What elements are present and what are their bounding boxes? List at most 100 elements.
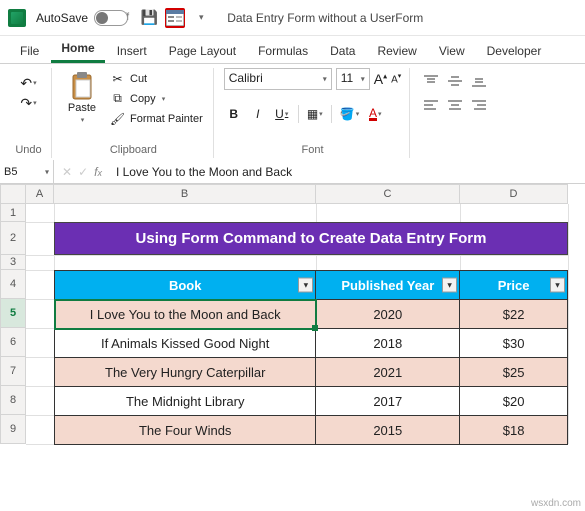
grow-font-button[interactable]: A▴ — [374, 71, 387, 87]
copy-icon: ⧉ — [110, 91, 125, 106]
column-header[interactable]: C — [316, 184, 460, 204]
align-middle-button[interactable] — [444, 72, 466, 90]
group-label-undo: Undo — [14, 142, 43, 158]
copy-label: Copy — [130, 93, 156, 105]
undo-button[interactable]: ↶▾ — [17, 74, 41, 92]
column-header[interactable]: D — [460, 184, 568, 204]
autosave-label: AutoSave — [36, 11, 88, 25]
row-header[interactable]: 3 — [0, 255, 26, 270]
table-cell[interactable]: 2020 — [316, 300, 460, 329]
font-color-button[interactable]: A▾ — [365, 104, 385, 124]
quick-access-toolbar: 💾 ▾ — [139, 8, 211, 28]
row-header[interactable]: 4 — [0, 270, 26, 299]
form-icon — [166, 10, 184, 26]
redo-button[interactable]: ↷▾ — [17, 94, 41, 112]
table-cell[interactable]: 2021 — [316, 358, 460, 387]
autosave-toggle[interactable]: AutoSave Off — [36, 10, 129, 26]
separator — [298, 105, 299, 123]
filter-button[interactable]: ▾ — [550, 278, 565, 293]
insert-function-button[interactable]: fx — [94, 165, 102, 179]
tab-review[interactable]: Review — [367, 39, 426, 63]
paste-button[interactable]: Paste ▾ — [62, 68, 102, 124]
row-header[interactable]: 5 — [0, 299, 26, 328]
tab-insert[interactable]: Insert — [107, 39, 157, 63]
row-header[interactable]: 1 — [0, 204, 26, 222]
underline-button[interactable]: U▾ — [272, 104, 292, 124]
align-bottom-button[interactable] — [468, 72, 490, 90]
fill-color-button[interactable]: 🪣▾ — [338, 104, 361, 124]
table-cell[interactable]: I Love You to the Moon and Back — [55, 300, 316, 329]
chevron-down-icon: ▾ — [361, 75, 365, 84]
table-cell[interactable]: $18 — [460, 416, 568, 445]
align-center-button[interactable] — [444, 96, 466, 114]
row-header[interactable]: 9 — [0, 415, 26, 444]
table-row[interactable]: If Animals Kissed Good Night2018$30 — [55, 329, 568, 358]
table-row[interactable]: The Four Winds2015$18 — [55, 416, 568, 445]
watermark: wsxdn.com — [531, 498, 581, 509]
italic-button[interactable]: I — [248, 104, 268, 124]
tab-formulas[interactable]: Formulas — [248, 39, 318, 63]
borders-button[interactable]: ▦▾ — [305, 104, 325, 124]
table-row[interactable]: I Love You to the Moon and Back2020$22 — [55, 300, 568, 329]
table-row[interactable]: The Midnight Library2017$20 — [55, 387, 568, 416]
align-top-button[interactable] — [420, 72, 442, 90]
row-header[interactable]: 6 — [0, 328, 26, 357]
align-right-button[interactable] — [468, 96, 490, 114]
table-row[interactable]: The Very Hungry Caterpillar2021$25 — [55, 358, 568, 387]
border-icon: ▦ — [307, 107, 318, 121]
column-header[interactable]: B — [54, 184, 316, 204]
table-cell[interactable]: 2015 — [316, 416, 460, 445]
copy-button[interactable]: ⧉Copy▾ — [108, 90, 205, 107]
title-bar: AutoSave Off 💾 ▾ Data Entry Form without… — [0, 0, 585, 36]
worksheet[interactable]: ABCD 123456789 Using Form Command to Creat… — [0, 184, 585, 511]
select-all-corner[interactable] — [0, 184, 26, 204]
table-cell[interactable]: $30 — [460, 329, 568, 358]
shrink-font-button[interactable]: A▾ — [391, 72, 401, 85]
undo-icon: ↶ — [20, 75, 32, 92]
row-header[interactable]: 7 — [0, 357, 26, 386]
table-cell[interactable]: 2017 — [316, 387, 460, 416]
align-left-button[interactable] — [420, 96, 442, 114]
name-box[interactable]: B5▾ — [0, 160, 54, 183]
filter-button[interactable]: ▾ — [442, 278, 457, 293]
cut-button[interactable]: ✂Cut — [108, 70, 205, 87]
tab-view[interactable]: View — [429, 39, 475, 63]
row-header[interactable]: 8 — [0, 386, 26, 415]
column-header[interactable]: A — [26, 184, 54, 204]
table-header[interactable]: Price▾ — [460, 271, 568, 300]
toggle-switch-icon[interactable] — [94, 10, 128, 26]
chevron-down-icon: ▾ — [199, 12, 204, 23]
tab-data[interactable]: Data — [320, 39, 365, 63]
row-header[interactable]: 2 — [0, 222, 26, 255]
tab-home[interactable]: Home — [51, 36, 104, 63]
font-size-select[interactable]: 11▾ — [336, 68, 370, 90]
bold-button[interactable]: B — [224, 104, 244, 124]
font-name-select[interactable]: Calibri▾ — [224, 68, 332, 90]
form-button[interactable] — [165, 8, 185, 28]
table-cell[interactable]: The Very Hungry Caterpillar — [55, 358, 316, 387]
formula-input[interactable]: I Love You to the Moon and Back — [110, 165, 585, 179]
table-header[interactable]: Published Year▾ — [316, 271, 460, 300]
table-cell[interactable]: The Midnight Library — [55, 387, 316, 416]
table-cell[interactable]: If Animals Kissed Good Night — [55, 329, 316, 358]
title-banner[interactable]: Using Form Command to Create Data Entry … — [54, 222, 568, 255]
cancel-formula-icon[interactable]: ✕ — [62, 165, 72, 179]
table-header[interactable]: Book▾ — [55, 271, 316, 300]
table-cell[interactable]: $20 — [460, 387, 568, 416]
paste-label: Paste — [68, 102, 96, 114]
tab-page-layout[interactable]: Page Layout — [159, 39, 246, 63]
formula-buttons: ✕ ✓ fx — [54, 165, 110, 179]
filter-button[interactable]: ▾ — [298, 278, 313, 293]
document-title: Data Entry Form without a UserForm — [227, 11, 423, 25]
qat-customize-button[interactable]: ▾ — [191, 8, 211, 28]
table-cell[interactable]: 2018 — [316, 329, 460, 358]
tab-file[interactable]: File — [10, 39, 49, 63]
accept-formula-icon[interactable]: ✓ — [78, 165, 88, 179]
format-painter-button[interactable]: 🖌Format Painter — [108, 110, 205, 127]
table-cell[interactable]: $22 — [460, 300, 568, 329]
table-cell[interactable]: The Four Winds — [55, 416, 316, 445]
table-cell[interactable]: $25 — [460, 358, 568, 387]
tab-developer[interactable]: Developer — [477, 39, 552, 63]
save-button[interactable]: 💾 — [139, 8, 159, 28]
chevron-down-icon: ▾ — [45, 167, 49, 176]
